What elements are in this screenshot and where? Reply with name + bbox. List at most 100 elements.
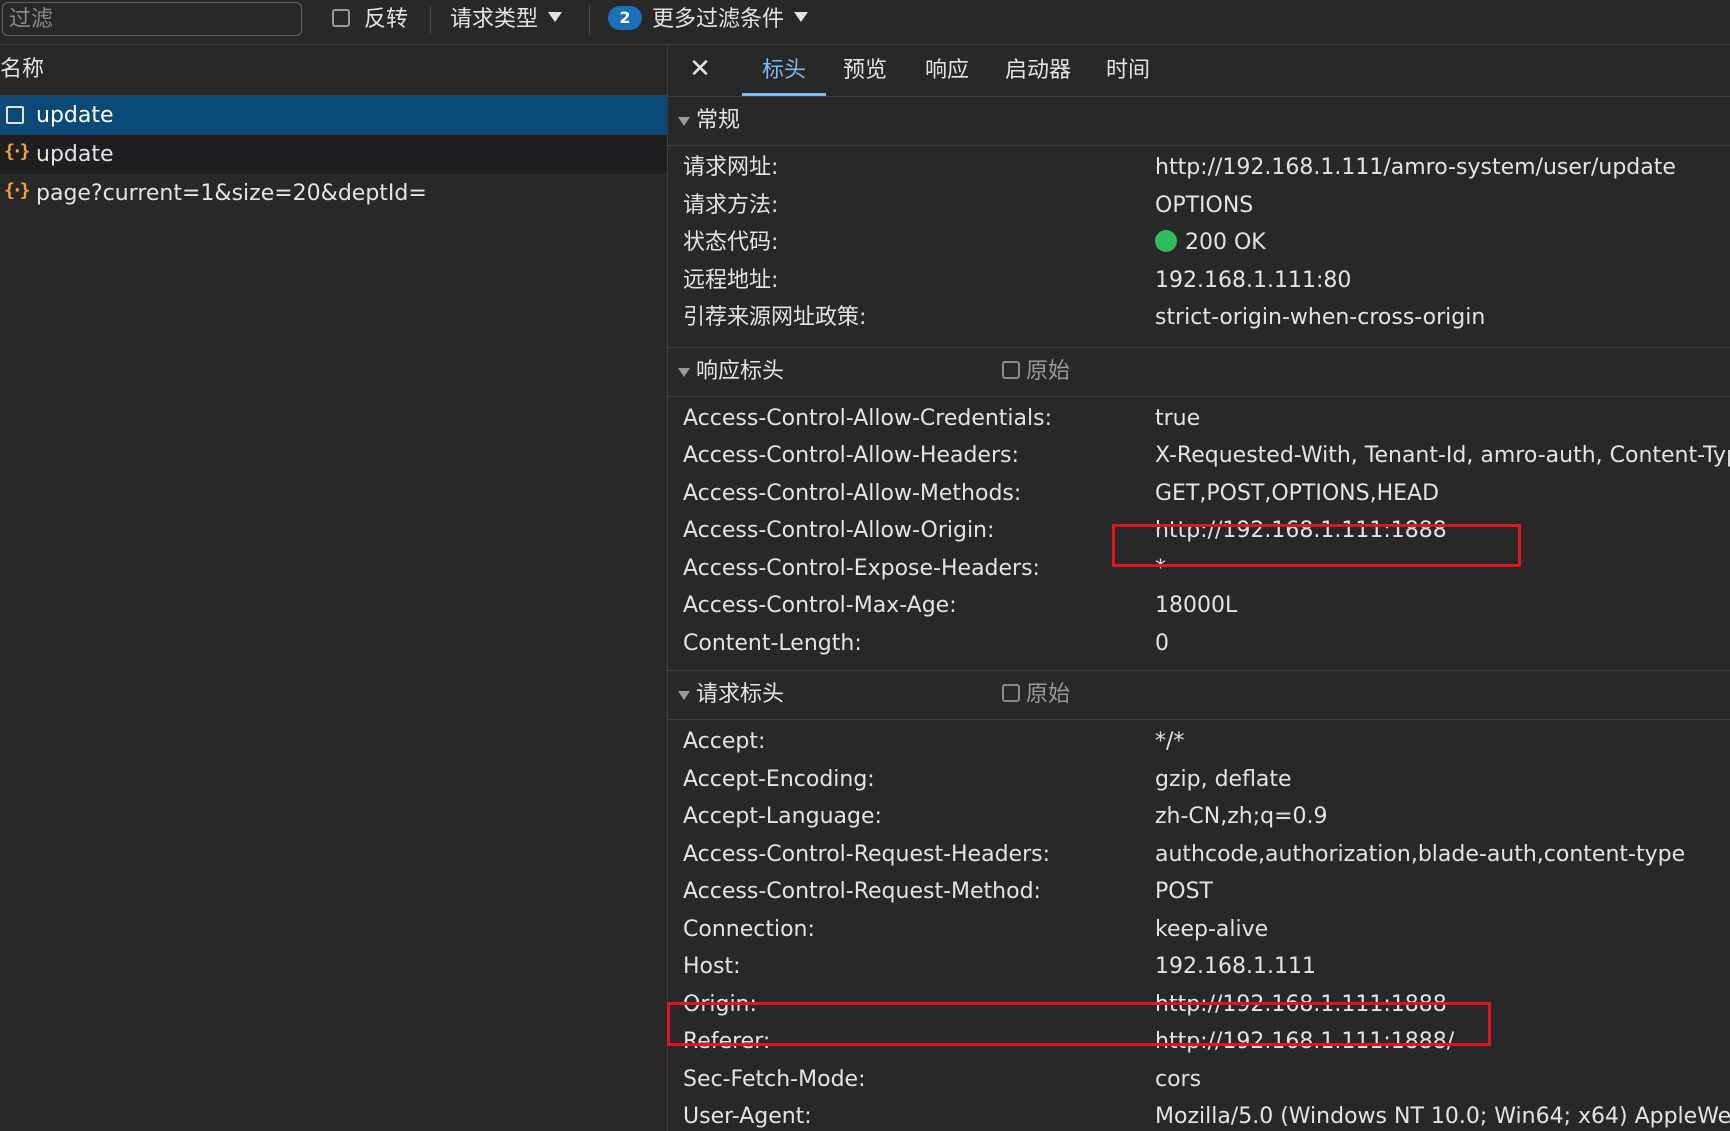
invert-label[interactable]: 反转 (364, 4, 408, 36)
request-type-dropdown[interactable]: 请求类型 (450, 4, 563, 36)
request-type-label: 请求类型 (450, 7, 539, 32)
header-value: zh-CN,zh;q=0.9 (1155, 804, 1328, 829)
request-row[interactable]: {·} update (0, 135, 667, 174)
general-section-header[interactable]: 常规 (668, 97, 1730, 146)
more-filters-label: 更多过滤条件 (652, 7, 785, 32)
header-row: Access-Control-Request-Method: POST (668, 873, 1730, 911)
header-key: 状态代码: (683, 230, 779, 255)
header-row: Access-Control-Request-Headers: authcode,… (668, 836, 1730, 874)
response-headers-section-header[interactable]: 响应标头 原始 (668, 348, 1730, 397)
header-key: Access-Control-Request-Headers: (683, 841, 1050, 867)
header-key: Connection: (683, 916, 815, 942)
header-value: keep-alive (1155, 916, 1269, 942)
header-key: Host: (683, 954, 741, 979)
header-key: Sec-Fetch-Mode: (683, 1066, 866, 1092)
header-row: Access-Control-Allow-Methods: GET,POST,OP… (668, 475, 1730, 513)
header-key: 远程地址: (683, 267, 779, 293)
header-value: http://192.168.1.111/amro-system/user/up… (1155, 155, 1676, 180)
header-value: */* (1155, 729, 1185, 754)
section-title: 常规 (696, 108, 741, 133)
request-details-panel: ✕ 标头 预览 响应 启动器 时间 常规 请求网址: http://192.168… (668, 45, 1730, 1131)
header-row: Accept-Language: zh-CN,zh;q=0.9 (668, 798, 1730, 836)
raw-checkbox[interactable] (1002, 360, 1020, 379)
tab-preview[interactable]: 预览 (825, 45, 905, 96)
header-value: gzip, deflate (1155, 766, 1292, 792)
header-row: Connection: keep-alive (668, 911, 1730, 949)
header-key: Access-Control-Request-Method: (683, 879, 1041, 904)
raw-toggle[interactable]: 原始 (1002, 348, 1070, 396)
tab-timing[interactable]: 时间 (1088, 45, 1168, 96)
header-row: 引荐来源网址政策: strict-origin-when-cross-origin (668, 299, 1730, 337)
filter-toolbar: 反转 请求类型 2 更多过滤条件 (0, 0, 1730, 45)
header-value: 192.168.1.111:80 (1155, 267, 1352, 293)
header-key: 引荐来源网址政策: (683, 305, 867, 330)
header-row: Accept: */* (668, 723, 1730, 761)
header-key: 请求方法: (683, 192, 779, 218)
status-ok-icon (1155, 230, 1177, 252)
header-row: Access-Control-Allow-Headers: X-Requested… (668, 437, 1730, 475)
header-key: Content-Length: (683, 630, 862, 656)
header-value: OPTIONS (1155, 192, 1254, 218)
status-text: 200 OK (1185, 230, 1266, 255)
header-value: POST (1155, 879, 1213, 904)
header-key: Access-Control-Allow-Credentials: (683, 405, 1053, 431)
header-key: Access-Control-Allow-Origin: (683, 518, 995, 543)
tab-response[interactable]: 响应 (905, 45, 989, 96)
details-tabbar: ✕ 标头 预览 响应 启动器 时间 (668, 45, 1730, 97)
header-key: Access-Control-Allow-Headers: (683, 443, 1019, 468)
collapse-triangle-icon (678, 117, 690, 126)
header-row: Accept-Encoding: gzip, deflate (668, 761, 1730, 799)
filter-input[interactable] (2, 2, 302, 36)
header-value: authcode,authorization,blade-auth,conten… (1155, 841, 1686, 867)
header-row: 请求方法: OPTIONS (668, 187, 1730, 225)
header-row: Host: 192.168.1.111 (668, 948, 1730, 986)
header-key: Accept-Encoding: (683, 766, 875, 792)
header-row: 请求网址: http://192.168.1.111/amro-system/us… (668, 149, 1730, 187)
header-key: User-Agent: (683, 1104, 812, 1129)
tab-headers[interactable]: 标头 (742, 45, 826, 96)
collapse-triangle-icon (678, 691, 690, 700)
close-icon[interactable]: ✕ (688, 56, 712, 82)
tab-initiator[interactable]: 启动器 (988, 45, 1088, 96)
name-column-header[interactable]: 名称 (0, 45, 667, 96)
header-value: 18000L (1155, 593, 1238, 618)
header-row: Content-Length: 0 (668, 625, 1730, 663)
request-name: page?current=1&size=20&deptId= (36, 181, 427, 206)
header-value: strict-origin-when-cross-origin (1155, 305, 1486, 330)
toolbar-separator (589, 6, 590, 34)
header-row: 状态代码: 200 OK (668, 224, 1730, 262)
request-headers-section-header[interactable]: 请求标头 原始 (668, 671, 1730, 720)
filter-count-badge: 2 (608, 6, 642, 30)
request-row[interactable]: {·} page?current=1&size=20&deptId= (0, 174, 667, 213)
request-name: update (36, 142, 114, 167)
more-filters-dropdown[interactable]: 更多过滤条件 (652, 4, 809, 36)
header-key: Accept-Language: (683, 804, 882, 829)
json-icon: {·} (4, 141, 31, 162)
request-row[interactable]: update (0, 96, 667, 135)
status-value: 200 OK (1155, 224, 1266, 262)
request-name: update (36, 103, 114, 128)
header-key: Access-Control-Allow-Methods: (683, 480, 1022, 506)
header-key: Accept: (683, 729, 766, 754)
header-row: Access-Control-Allow-Credentials: true (668, 400, 1730, 438)
header-value: GET,POST,OPTIONS,HEAD (1155, 480, 1440, 506)
raw-label: 原始 (1026, 682, 1071, 707)
raw-toggle[interactable]: 原始 (1002, 671, 1070, 719)
header-key: 请求网址: (683, 155, 779, 180)
annotation-highlight-origin (667, 1002, 1491, 1046)
invert-checkbox[interactable] (332, 9, 350, 27)
chevron-down-icon (548, 12, 563, 22)
raw-checkbox[interactable] (1002, 684, 1020, 702)
collapse-triangle-icon (678, 367, 690, 377)
document-icon (6, 106, 24, 124)
section-title: 响应标头 (696, 358, 785, 384)
header-value: cors (1155, 1066, 1202, 1092)
general-section-body: 请求网址: http://192.168.1.111/amro-system/us… (668, 146, 1730, 348)
header-row: Access-Control-Max-Age: 18000L (668, 587, 1730, 625)
header-value: 0 (1155, 630, 1169, 656)
header-key: Access-Control-Expose-Headers: (683, 555, 1040, 581)
annotation-highlight-allow-origin (1112, 524, 1521, 567)
header-value: X-Requested-With, Tenant-Id, amro-auth, … (1155, 443, 1730, 468)
header-key: Access-Control-Max-Age: (683, 593, 957, 618)
header-row: 远程地址: 192.168.1.111:80 (668, 262, 1730, 300)
